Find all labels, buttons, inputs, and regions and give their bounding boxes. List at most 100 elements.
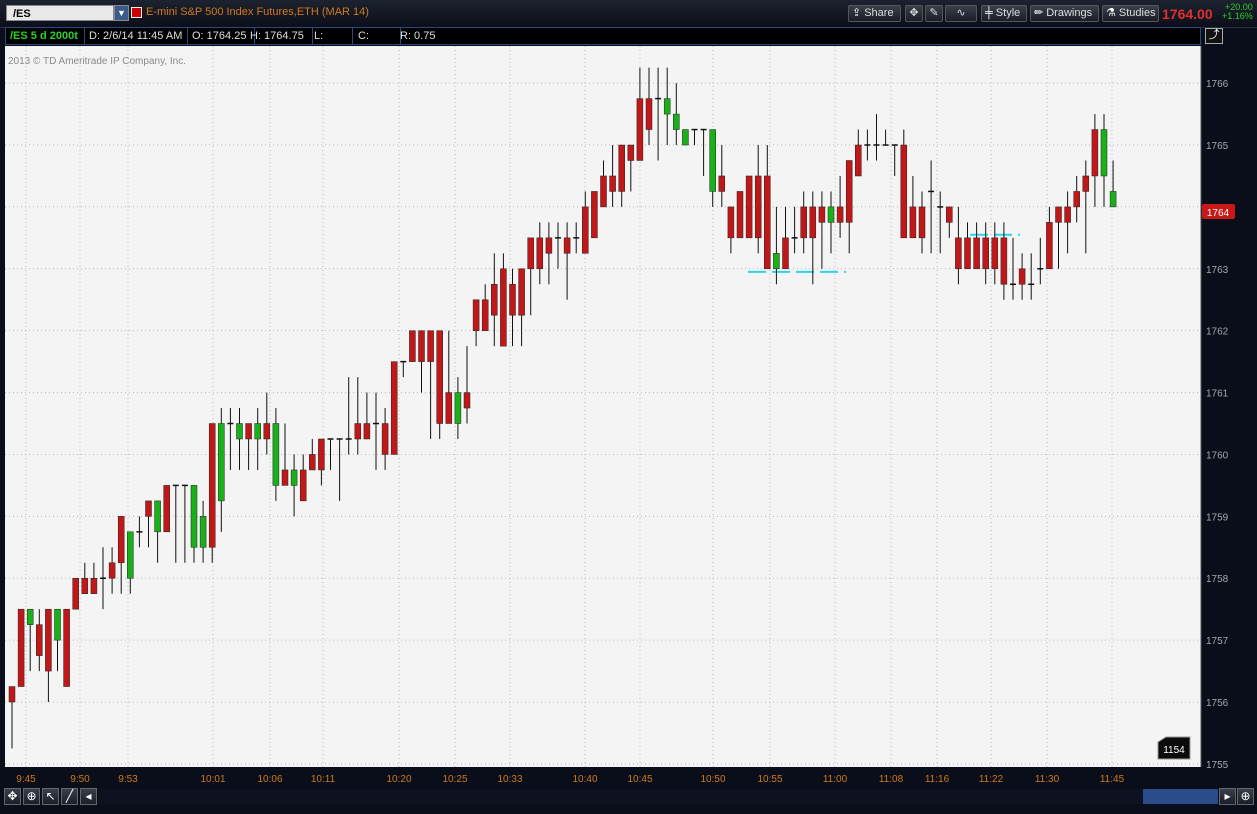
volume-badge: 1154 (1157, 736, 1191, 760)
expand-chart-button[interactable]: ⤴ (1205, 28, 1223, 44)
candle-body (782, 237, 789, 270)
candle-body (818, 206, 826, 223)
candle-body (1055, 206, 1062, 223)
candle-body (955, 237, 962, 270)
draw-button[interactable]: ↖ (42, 788, 59, 805)
symbol-input[interactable]: /ES (6, 5, 114, 21)
time-tick-label: 11:22 (979, 774, 1004, 785)
candle-body (117, 516, 125, 564)
chart-type-button[interactable]: ∿ (945, 5, 977, 22)
price-chart[interactable]: 2013 © TD Ameritrade IP Company, Inc. 17… (0, 46, 1257, 787)
bar-date: D: 2/6/14 11:45 AM (85, 28, 188, 44)
candle-body (127, 531, 134, 579)
candle-body (309, 454, 316, 471)
link-color-icon[interactable] (131, 7, 142, 18)
candle-body (609, 175, 616, 192)
line-tool-button[interactable]: ╱ (61, 788, 78, 805)
candle-body (72, 577, 79, 610)
candle-body (381, 423, 389, 455)
candle-body (54, 608, 61, 641)
pan-button[interactable]: ✥ (4, 788, 21, 805)
candle-body (645, 98, 653, 130)
candle-body (81, 577, 89, 594)
time-tick-label: 11:45 (1100, 774, 1125, 785)
candles-icon: ╪ (985, 7, 993, 19)
time-tick-label: 10:55 (757, 774, 782, 785)
time-tick-label: 11:08 (879, 774, 904, 785)
candle (591, 191, 598, 239)
settings-button[interactable]: ✎ (925, 5, 943, 22)
candle-body (973, 237, 980, 270)
bar-low: L: 1764 (310, 28, 353, 58)
candle-body (745, 175, 753, 239)
price-tick-label: 1756 (1206, 698, 1229, 709)
price-axis[interactable]: 1766 1765 1764 1763 1762 1761 1760 1759 1758 1757… (1200, 46, 1229, 771)
share-button[interactable]: ⇪ Share (848, 5, 901, 22)
candle-body (245, 423, 252, 440)
current-price-marker: 1764 (1202, 204, 1235, 219)
share-icon: ⇪ (852, 7, 862, 19)
candle-body (855, 144, 862, 177)
symbol-dropdown-icon[interactable]: ▼ (114, 5, 129, 21)
studies-button[interactable]: ⚗ Studies (1102, 5, 1159, 22)
candle-body (718, 175, 726, 192)
bar-open: O: 1764.25 (188, 28, 255, 44)
candle (390, 361, 398, 455)
chart-zoom-button[interactable]: ⊕ (1237, 788, 1254, 805)
bar-range: R: 0.75 (400, 30, 436, 42)
copyright-text: 2013 © TD Ameritrade IP Company, Inc. (8, 56, 186, 67)
candle (208, 423, 216, 563)
candle (682, 129, 689, 146)
waveform-icon: ∿ (956, 7, 966, 19)
candle-body (754, 175, 762, 239)
horizontal-scrollbar[interactable] (98, 789, 1218, 804)
pencil-icon: ✏ (1034, 7, 1044, 19)
candle-body (1064, 206, 1071, 223)
style-button[interactable]: ╪ Style (981, 5, 1027, 22)
candle-body (845, 160, 853, 223)
candle-body (582, 206, 589, 254)
time-tick-label: 10:40 (572, 774, 597, 785)
candle-body (436, 330, 443, 424)
bar-high: H: 1764.75 (246, 28, 313, 44)
zoom-button[interactable]: ⊕ (23, 788, 40, 805)
symbol-period-label[interactable]: /ES 5 d 2000t (6, 28, 85, 44)
candle-body (827, 206, 835, 223)
drawing-tools-button[interactable]: ✥ (905, 5, 923, 22)
candle-body (682, 129, 689, 146)
candle (409, 330, 416, 362)
time-tick-label: 10:45 (627, 774, 652, 785)
volume-badge-text: 1154 (1163, 745, 1185, 756)
candle (436, 330, 443, 439)
candle-body (991, 237, 999, 270)
candle-body (491, 284, 498, 316)
flask-icon: ⚗ (1106, 7, 1116, 19)
drawings-button[interactable]: ✏ Drawings (1030, 5, 1099, 22)
candle-body (809, 206, 817, 239)
candle-body (918, 206, 926, 239)
current-price-text: 1764 (1207, 208, 1230, 219)
time-tick-label: 10:50 (700, 774, 725, 785)
scroll-right-button[interactable]: ▸ (1219, 788, 1236, 805)
candle-body (299, 469, 307, 502)
instrument-description: E-mini S&P 500 Index Futures,ETH (MAR 14… (146, 6, 369, 18)
time-tick-label: 10:01 (200, 774, 225, 785)
scrollbar-thumb[interactable] (1143, 789, 1218, 804)
candle-body (90, 577, 98, 594)
candle-body (418, 330, 425, 362)
time-axis[interactable]: 9:45 9:50 9:53 10:01 10:06 10:11 10:20 10:25 10:… (16, 774, 1124, 785)
candle-body (764, 175, 771, 270)
price-tick-label: 1762 (1206, 327, 1229, 338)
candle-body (272, 423, 280, 486)
candle-body (982, 237, 989, 270)
candle-body (17, 608, 25, 687)
scroll-left-button[interactable]: ◂ (80, 788, 97, 805)
time-tick-label: 10:20 (386, 774, 411, 785)
candle-body (836, 206, 844, 223)
price-tick-label: 1758 (1206, 574, 1229, 585)
candle (900, 129, 908, 239)
expand-icon: ⤴ (1208, 29, 1220, 41)
time-tick-label: 11:16 (925, 774, 950, 785)
chevron-left-icon: ◂ (85, 789, 92, 803)
candle-body (1018, 268, 1026, 285)
